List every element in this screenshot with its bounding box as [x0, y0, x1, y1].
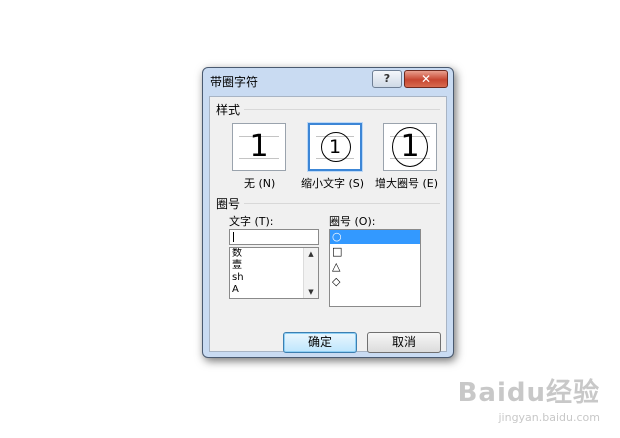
- text-list-scrollbar[interactable]: ▲ ▼: [303, 248, 318, 298]
- enclose-characters-dialog: 带圈字符 ? ✕ 样式 1 1 1 无 (N) 缩小文字 (S) 增大圈号 (E…: [202, 67, 454, 358]
- list-item-ring-diamond[interactable]: ◇: [330, 274, 420, 289]
- style-label-enlarge-ring: 增大圈号 (E): [375, 177, 439, 190]
- dialog-body: 样式 1 1 1 无 (N) 缩小文字 (S) 增大圈号 (E) 圈号 文字 (…: [209, 96, 447, 352]
- style-label-none: 无 (N): [244, 177, 276, 190]
- dialog-title: 带圈字符: [210, 75, 259, 89]
- style-option-enlarge-ring[interactable]: 1: [383, 123, 437, 171]
- style-section-title: 样式: [216, 103, 241, 117]
- text-caret: [233, 232, 234, 242]
- scroll-up-arrow-icon[interactable]: ▲: [304, 250, 318, 258]
- help-button[interactable]: ?: [372, 70, 402, 88]
- style-option-shrink-text[interactable]: 1: [307, 122, 363, 172]
- text-input[interactable]: [229, 229, 319, 245]
- enclosure-section-divider: [244, 203, 440, 204]
- close-button[interactable]: ✕: [404, 70, 448, 88]
- style-option-none[interactable]: 1: [232, 123, 286, 171]
- list-item-ring-circle[interactable]: ○: [330, 230, 420, 244]
- watermark-logo: Baidu经验: [457, 378, 600, 408]
- preview-glyph: 1: [328, 136, 342, 158]
- enclosure-section-title: 圈号: [216, 197, 241, 211]
- watermark-url: jingyan.baidu.com: [498, 411, 600, 424]
- cancel-button[interactable]: 取消: [367, 332, 441, 353]
- style-section-divider: [244, 109, 440, 110]
- list-item-ring-triangle[interactable]: △: [330, 259, 420, 274]
- text-list[interactable]: 数 壹 sh A ▲ ▼: [229, 247, 319, 299]
- ring-field-label: 圈号 (O):: [329, 215, 376, 228]
- preview-glyph: 1: [400, 129, 420, 164]
- preview-glyph: 1: [249, 129, 269, 164]
- ring-list[interactable]: ○ □ △ ◇: [329, 229, 421, 307]
- title-bar: 带圈字符 ? ✕: [203, 68, 453, 92]
- text-field-label: 文字 (T):: [229, 215, 274, 228]
- scroll-down-arrow-icon[interactable]: ▼: [304, 288, 318, 296]
- ok-button[interactable]: 确定: [283, 332, 357, 353]
- watermark: Baidu经验 jingyan.baidu.com: [458, 372, 600, 424]
- style-label-shrink-text: 缩小文字 (S): [301, 177, 365, 190]
- list-item-ring-square[interactable]: □: [330, 244, 420, 259]
